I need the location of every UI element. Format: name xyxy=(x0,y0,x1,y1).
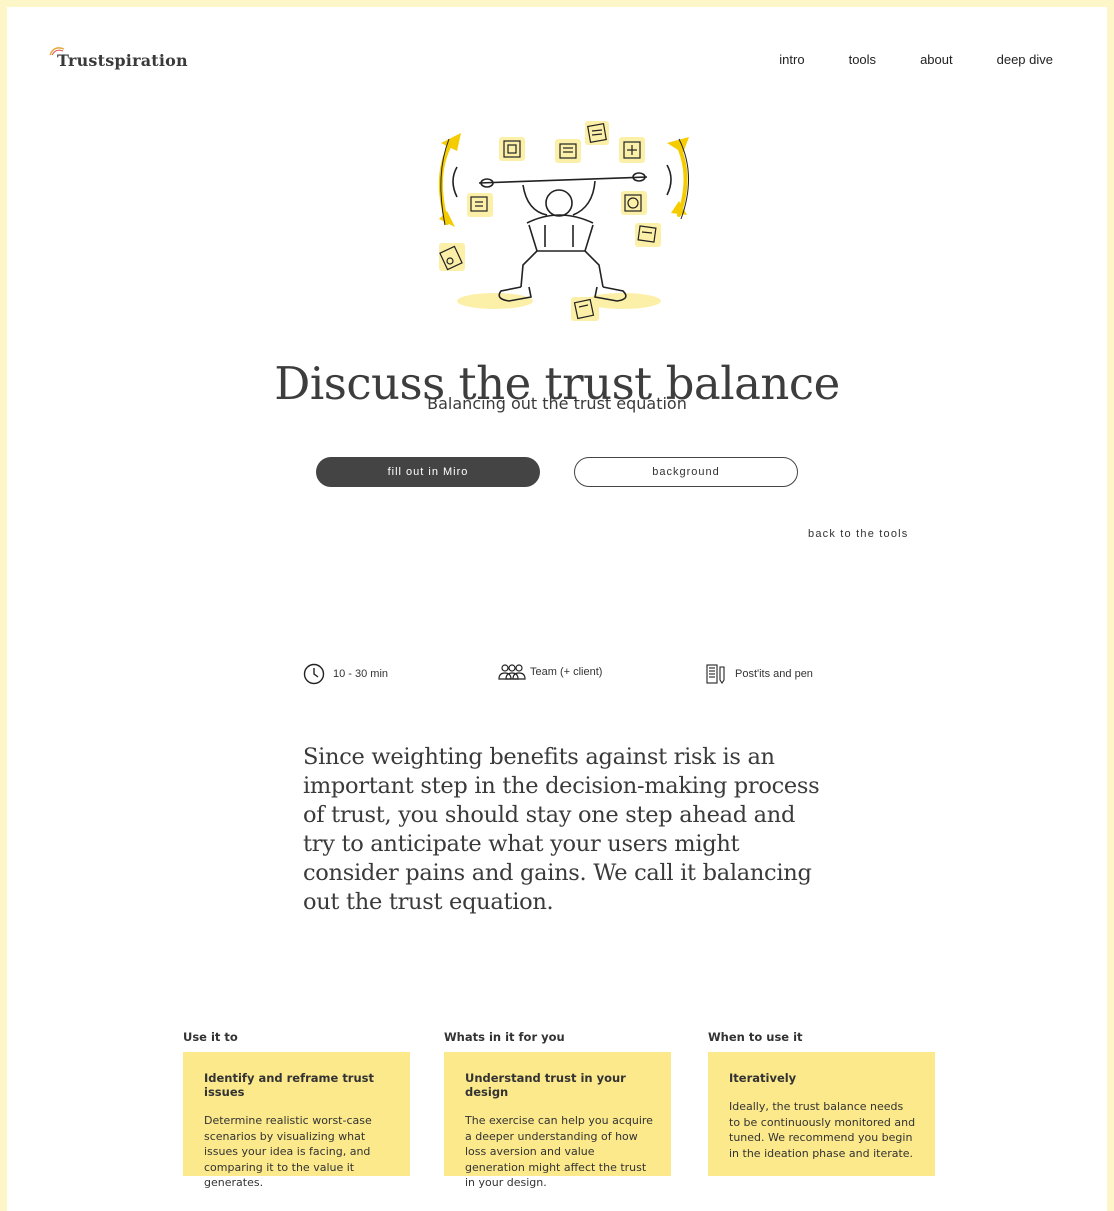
nav-about[interactable]: about xyxy=(920,52,953,67)
intro-paragraph: Since weighting benefits against risk is… xyxy=(303,744,820,915)
page-subtitle: Balancing out the trust equation xyxy=(427,394,687,413)
post-it-and-pen-icon xyxy=(706,664,725,684)
materials-info: Post'its and pen xyxy=(705,663,813,685)
team-info: Team (+ client) xyxy=(497,663,602,681)
back-to-tools-link[interactable]: back to the tools xyxy=(808,528,909,540)
nav-intro[interactable]: intro xyxy=(779,52,804,67)
weightlifter-illustration xyxy=(438,121,689,321)
nav-deep-dive[interactable]: deep dive xyxy=(997,52,1053,67)
column-heading: Whats in it for you xyxy=(444,1030,565,1044)
card-body: The exercise can help you acquire a deep… xyxy=(465,1114,653,1189)
column-heading: Use it to xyxy=(183,1030,238,1044)
team-text: Team (+ client) xyxy=(530,666,603,678)
fill-out-in-miro-button[interactable]: fill out in Miro xyxy=(316,457,540,487)
clock-icon xyxy=(303,663,325,685)
column-whats-in-it-for-you: Whats in it for you Understand trust in … xyxy=(444,1030,671,1189)
page: Trustspiration intro tools about deep di… xyxy=(7,7,1107,1211)
nav-tools[interactable]: tools xyxy=(849,52,876,67)
info-card: Iteratively Ideally, the trust balance n… xyxy=(708,1052,935,1176)
card-body: Determine realistic worst-case scenarios… xyxy=(204,1114,372,1189)
card-title: Understand trust in your design xyxy=(465,1071,626,1099)
main-nav: intro tools about deep dive xyxy=(735,52,1053,67)
column-heading: When to use it xyxy=(708,1030,803,1044)
card-title: Identify and reframe trust issues xyxy=(204,1071,375,1099)
duration-text: 10 - 30 min xyxy=(333,668,389,680)
card-title: Iteratively xyxy=(729,1071,797,1085)
info-card: Understand trust in your design The exer… xyxy=(444,1052,671,1189)
card-body: Ideally, the trust balance needs to be c… xyxy=(729,1100,916,1160)
column-use-it-to: Use it to Identify and reframe trust iss… xyxy=(183,1030,410,1189)
logo-text: Trustspiration xyxy=(57,51,188,70)
team-icon xyxy=(498,664,526,680)
materials-text: Post'its and pen xyxy=(735,668,813,680)
info-card: Identify and reframe trust issues Determ… xyxy=(183,1052,410,1189)
duration-info: 10 - 30 min xyxy=(303,663,388,685)
background-button[interactable]: background xyxy=(574,457,798,487)
column-when-to-use-it: When to use it Iteratively Ideally, the … xyxy=(708,1030,935,1176)
